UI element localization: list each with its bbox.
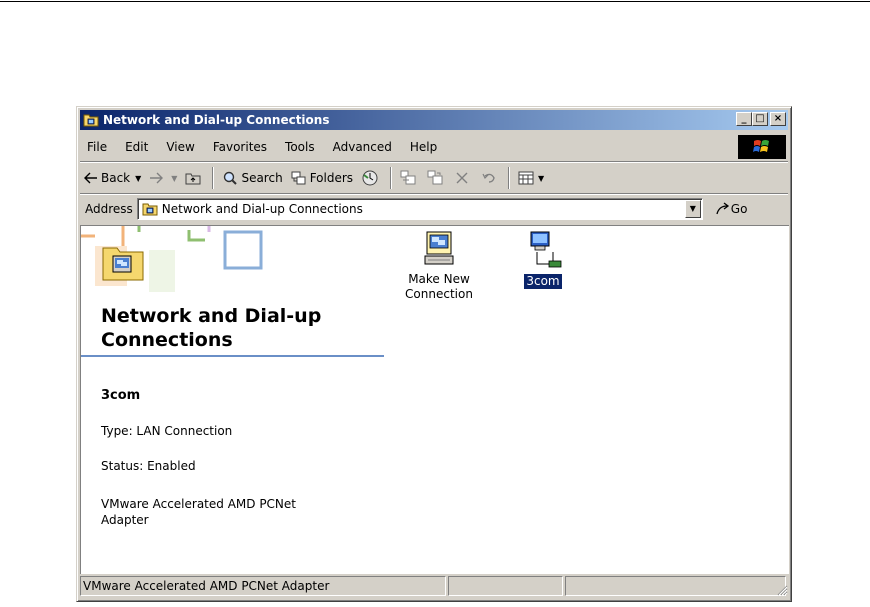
make-new-connection-label: Make New Connection <box>403 272 475 302</box>
folders-icon <box>291 171 306 185</box>
go-label: Go <box>730 202 748 216</box>
resize-grip-icon[interactable] <box>776 584 788 596</box>
minimize-button[interactable]: _ <box>736 112 752 126</box>
search-button[interactable]: Search <box>218 166 286 190</box>
search-icon <box>224 171 238 185</box>
history-icon <box>362 170 378 186</box>
forward-button[interactable]: ▼ <box>145 166 181 190</box>
menu-bar: File Edit View Favorites Tools Advanced … <box>80 133 788 162</box>
folders-button[interactable]: Folders <box>287 166 357 190</box>
history-button[interactable] <box>357 166 386 190</box>
title-bar[interactable]: Network and Dial-up Connections _ □ × <box>80 110 788 130</box>
move-to-icon <box>400 170 416 185</box>
forward-arrow-icon <box>150 172 164 184</box>
selected-item-type: Type: LAN Connection <box>101 424 233 438</box>
selected-item-name: 3com <box>101 388 141 403</box>
menu-tools[interactable]: Tools <box>276 140 324 154</box>
panel-heading-line1: Network and Dial-up <box>101 305 322 327</box>
status-text: VMware Accelerated AMD PCNet Adapter <box>80 576 446 596</box>
address-field[interactable]: Network and Dial-up Connections ▼ <box>136 198 703 220</box>
move-to-button[interactable] <box>396 166 423 190</box>
menu-help[interactable]: Help <box>401 140 446 154</box>
status-pane-2 <box>447 576 564 596</box>
make-new-connection-icon <box>424 231 454 265</box>
selected-item-status: Status: Enabled <box>101 459 196 473</box>
undo-icon <box>482 173 495 183</box>
selected-item-adapter: VMware Accelerated AMD PCNet Adapter <box>101 496 371 528</box>
views-icon <box>518 171 534 185</box>
folders-label: Folders <box>309 171 354 185</box>
address-label: Address <box>85 202 133 216</box>
panel-divider <box>81 355 384 357</box>
toolbar-separator <box>390 167 393 189</box>
close-button[interactable]: × <box>770 112 786 126</box>
toolbar-separator <box>212 167 215 189</box>
views-button[interactable]: ▼ <box>514 166 548 190</box>
adapter-line2: Adapter <box>101 513 149 527</box>
back-label: Back <box>101 171 131 185</box>
standard-toolbar: Back ▼ ▼ Search Folders ▼ <box>80 163 788 194</box>
delete-icon <box>456 172 468 184</box>
menu-view[interactable]: View <box>157 140 203 154</box>
up-folder-button[interactable] <box>181 166 208 190</box>
menu-file[interactable]: File <box>80 140 116 154</box>
window-title: Network and Dial-up Connections <box>103 113 330 127</box>
delete-button[interactable] <box>450 166 477 190</box>
explorer-window: Network and Dial-up Connections _ □ × Fi… <box>76 106 792 602</box>
network-folder-icon <box>142 203 158 216</box>
back-dropdown-icon[interactable]: ▼ <box>135 174 141 183</box>
menu-advanced[interactable]: Advanced <box>324 140 401 154</box>
web-view-panel: Network and Dial-up Connections 3com Typ… <box>81 226 385 574</box>
network-folder-icon <box>102 247 144 281</box>
back-arrow-icon <box>84 172 97 184</box>
lan-connection-label: 3com <box>524 274 562 289</box>
adapter-line1: VMware Accelerated AMD PCNet <box>101 497 296 511</box>
menu-favorites[interactable]: Favorites <box>204 140 276 154</box>
go-arrow-icon <box>716 202 729 215</box>
up-folder-icon <box>185 173 201 185</box>
go-button[interactable]: Go <box>715 202 748 216</box>
lan-connection-icon <box>530 231 562 268</box>
windows-logo-icon <box>738 135 786 159</box>
views-dropdown-icon[interactable]: ▼ <box>538 174 544 183</box>
menu-edit[interactable]: Edit <box>116 140 157 154</box>
make-new-connection-item[interactable]: Make New Connection <box>393 230 485 302</box>
address-dropdown-icon[interactable]: ▼ <box>684 200 701 218</box>
copy-to-icon <box>427 170 443 185</box>
search-label: Search <box>241 171 283 185</box>
panel-heading-line2: Connections <box>101 329 233 351</box>
toolbar-separator <box>508 167 511 189</box>
address-value: Network and Dial-up Connections <box>161 202 363 216</box>
copy-to-button[interactable] <box>423 166 450 190</box>
address-bar: Address Network and Dial-up Connections … <box>80 195 788 223</box>
back-button[interactable]: Back ▼ <box>80 166 145 190</box>
make-new-connection-line2: Connection <box>405 287 473 301</box>
network-folder-icon <box>83 114 99 127</box>
maximize-button[interactable]: □ <box>752 112 768 126</box>
status-pane-3 <box>565 576 787 596</box>
status-bar: VMware Accelerated AMD PCNet Adapter <box>80 576 788 598</box>
panel-heading: Network and Dial-up Connections <box>101 304 321 352</box>
lan-connection-item[interactable]: 3com <box>519 230 567 289</box>
undo-button[interactable] <box>477 166 504 190</box>
make-new-connection-line1: Make New <box>408 272 470 286</box>
forward-dropdown-icon[interactable]: ▼ <box>171 174 177 183</box>
folder-view: Network and Dial-up Connections 3com Typ… <box>80 225 789 574</box>
page-top-rule <box>0 1 870 2</box>
